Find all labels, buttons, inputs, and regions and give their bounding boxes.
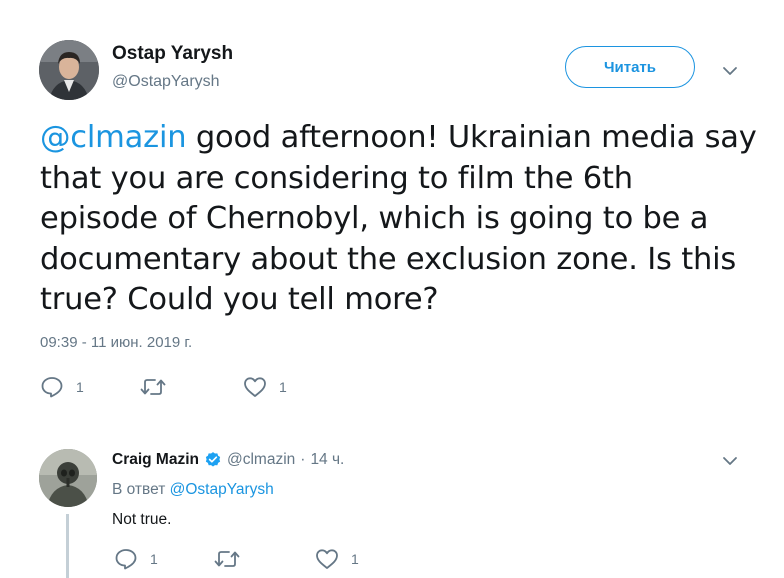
more-options-button[interactable] xyxy=(721,62,739,80)
tweet-text: @clmazin good afternoon! Ukrainian media… xyxy=(40,118,760,321)
reply-retweet-button[interactable] xyxy=(214,548,252,570)
heart-icon xyxy=(316,549,338,569)
thread-line xyxy=(66,514,69,578)
heart-icon xyxy=(244,377,266,397)
reply-author-avatar[interactable] xyxy=(39,449,97,507)
reply-text: Not true. xyxy=(112,511,172,528)
author-avatar[interactable] xyxy=(39,40,99,100)
like-count: 1 xyxy=(279,379,287,395)
author-name[interactable]: Ostap Yarysh xyxy=(112,43,233,65)
header-separator: · xyxy=(300,451,306,468)
reply-icon xyxy=(41,377,63,398)
in-reply-to: В ответ @OstapYarysh xyxy=(112,481,274,499)
reply-like-count: 1 xyxy=(351,551,359,567)
verified-badge-icon xyxy=(205,452,221,467)
mention-link[interactable]: @clmazin xyxy=(40,120,187,155)
reply-count: 1 xyxy=(76,379,84,395)
reply-author-name[interactable]: Craig Mazin xyxy=(112,451,199,469)
author-handle[interactable]: @OstapYarysh xyxy=(112,73,220,91)
chevron-down-icon xyxy=(723,457,737,465)
tweet-timestamp[interactable]: 09:39 - 11 июн. 2019 г. xyxy=(40,334,192,351)
reply-like-button[interactable]: 1 xyxy=(315,548,359,570)
avatar-image xyxy=(39,449,97,507)
in-reply-prefix: В ответ xyxy=(112,481,166,498)
reply-icon xyxy=(115,549,137,570)
follow-button[interactable]: Читать xyxy=(565,46,695,88)
reply-time[interactable]: 14 ч. xyxy=(310,451,344,469)
reply-author-handle[interactable]: @clmazin xyxy=(227,451,295,469)
retweet-icon xyxy=(214,551,240,567)
reply-reply-count: 1 xyxy=(150,551,158,567)
retweet-button[interactable] xyxy=(140,376,178,398)
reply-reply-button[interactable]: 1 xyxy=(114,548,158,570)
avatar-image xyxy=(39,40,99,100)
retweet-icon xyxy=(140,379,166,395)
like-button[interactable]: 1 xyxy=(243,376,287,398)
chevron-down-icon xyxy=(723,67,737,75)
reply-header: Craig Mazin @clmazin · 14 ч. xyxy=(112,451,344,469)
reply-button[interactable]: 1 xyxy=(40,376,84,398)
reply-more-options-button[interactable] xyxy=(721,452,739,470)
in-reply-to-link[interactable]: @OstapYarysh xyxy=(170,481,274,498)
